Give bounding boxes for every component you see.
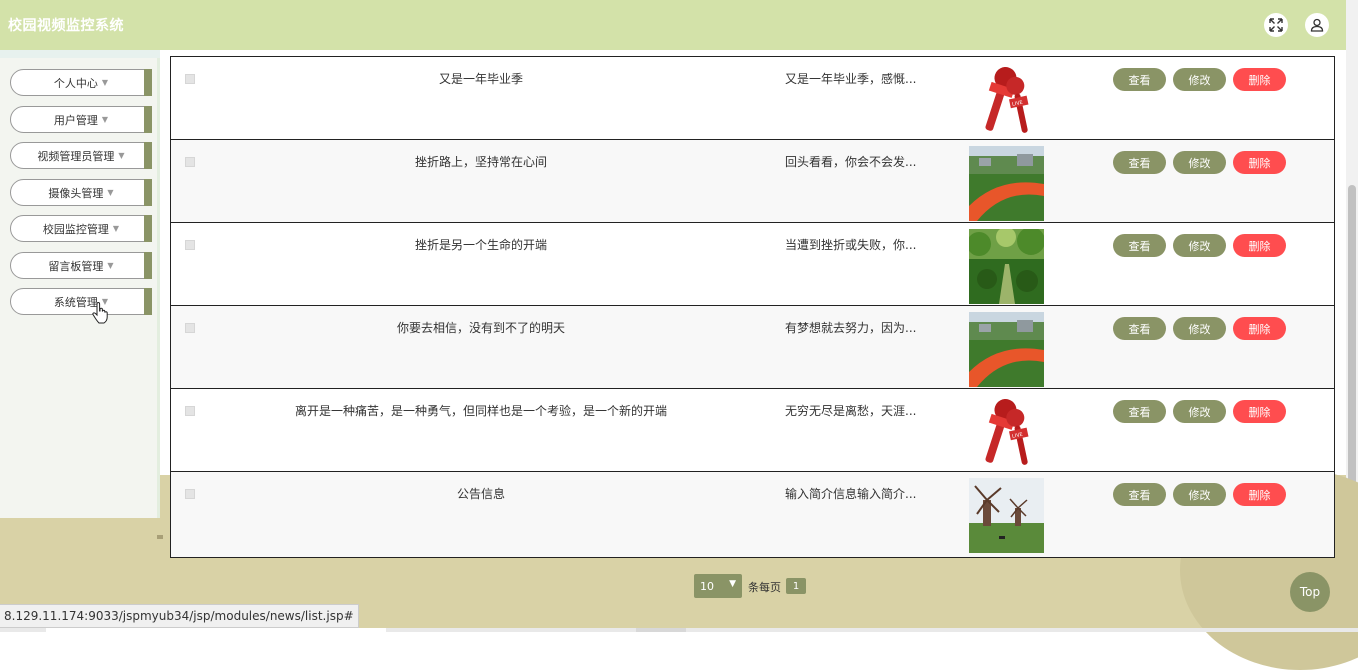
view-button[interactable]: 查看 <box>1113 234 1166 257</box>
sidebar-item-user-management[interactable]: 用户管理 ▼ <box>10 106 152 133</box>
sidebar-item-label: 摄像头管理 <box>48 186 104 200</box>
table-row: 挫折是另一个生命的开端 当遭到挫折或失败，你... 查看 修改 删除 <box>171 223 1334 306</box>
edit-button[interactable]: 修改 <box>1173 234 1226 257</box>
caret-down-icon: ▼ <box>101 115 109 124</box>
caret-down-icon: ▼ <box>118 151 125 160</box>
row-title: 离开是一种痛苦，是一种勇气，但同样也是一个考验，是一个新的开端 <box>294 404 667 418</box>
view-button[interactable]: 查看 <box>1113 317 1166 340</box>
expand-icon[interactable] <box>1264 13 1288 37</box>
sidebar-item-message-board[interactable]: 留言板管理 ▼ <box>10 252 152 279</box>
caret-down-icon: ▼ <box>101 78 109 87</box>
row-intro: 输入简介信息输入简介... <box>785 487 917 501</box>
bottom-scrollbar-thumb[interactable] <box>636 628 686 632</box>
sidebar-item-video-admin[interactable]: 视频管理员管理 ▼ <box>10 142 152 169</box>
row-intro: 回头看看，你会不会发... <box>785 155 917 169</box>
edit-button[interactable]: 修改 <box>1173 151 1226 174</box>
news-table: 又是一年毕业季 又是一年毕业季，感慨... LIVE 查看 修改 删除 挫折路上… <box>170 56 1335 558</box>
user-icon[interactable] <box>1305 13 1329 37</box>
caret-down-icon: ▼ <box>107 188 114 197</box>
delete-button[interactable]: 删除 <box>1233 483 1286 506</box>
table-row: 公告信息 输入简介信息输入简介... 查看 修改 删除 <box>171 472 1334 557</box>
sidebar-top-strip <box>0 50 160 58</box>
row-title: 挫折路上，坚持常在心间 <box>414 155 547 169</box>
caret-down-icon: ▼ <box>107 261 114 270</box>
sidebar-item-system-management[interactable]: 系统管理 ▼ <box>10 288 152 315</box>
status-url: 8.129.11.174:9033/jspmyub34/jsp/modules/… <box>0 604 359 628</box>
row-title: 你要去相信，没有到不了的明天 <box>396 321 565 335</box>
sidebar-item-campus-monitor[interactable]: 校园监控管理 ▼ <box>10 215 152 242</box>
bottom-scrollbar-segment <box>46 628 386 632</box>
user-icon-svg <box>1310 18 1324 32</box>
sidebar-item-label: 个人中心 <box>53 76 98 90</box>
sidebar-item-label: 用户管理 <box>53 113 98 127</box>
delete-button[interactable]: 删除 <box>1233 317 1286 340</box>
page-number-current[interactable]: 1 <box>786 578 806 594</box>
sidebar <box>0 50 160 628</box>
table-row: 又是一年毕业季 又是一年毕业季，感慨... LIVE 查看 修改 删除 <box>171 57 1334 140</box>
delete-button[interactable]: 删除 <box>1233 400 1286 423</box>
expand-icon-svg <box>1269 18 1283 32</box>
page-size-select[interactable]: 10 ▼ <box>694 574 742 598</box>
row-checkbox[interactable] <box>185 240 195 250</box>
edit-button[interactable]: 修改 <box>1173 483 1226 506</box>
windmill-image <box>969 478 1044 553</box>
view-button[interactable]: 查看 <box>1113 68 1166 91</box>
per-page-label: 条每页 <box>748 581 781 594</box>
delete-button[interactable]: 删除 <box>1233 68 1286 91</box>
sidebar-item-label: 校园监控管理 <box>42 222 109 236</box>
app-header: 校园视频监控系统 <box>0 0 1346 50</box>
table-row: 你要去相信，没有到不了的明天 有梦想就去努力，因为... 查看 修改 删除 <box>171 306 1334 389</box>
sidebar-item-label: 视频管理员管理 <box>37 149 115 163</box>
row-checkbox[interactable] <box>185 74 195 84</box>
sidebar-item-personal-center[interactable]: 个人中心 ▼ <box>10 69 152 96</box>
row-checkbox[interactable] <box>185 406 195 416</box>
row-title: 挫折是另一个生命的开端 <box>414 238 547 252</box>
table-row: 离开是一种痛苦，是一种勇气，但同样也是一个考验，是一个新的开端 无穷无尽是离愁，… <box>171 389 1334 472</box>
row-intro: 有梦想就去努力，因为... <box>785 321 917 335</box>
edit-button[interactable]: 修改 <box>1173 68 1226 91</box>
row-intro: 当遭到挫折或失败，你... <box>785 238 917 252</box>
chevron-down-icon: ▼ <box>729 579 736 589</box>
row-title: 公告信息 <box>456 487 505 501</box>
hand-cursor-icon <box>92 302 108 324</box>
live-microphone-image: LIVE <box>969 63 1044 138</box>
view-button[interactable]: 查看 <box>1113 400 1166 423</box>
row-checkbox[interactable] <box>185 157 195 167</box>
delete-button[interactable]: 删除 <box>1233 151 1286 174</box>
edit-button[interactable]: 修改 <box>1173 317 1226 340</box>
sidebar-item-label: 留言板管理 <box>48 259 104 273</box>
campus-track-image <box>969 312 1044 387</box>
row-checkbox[interactable] <box>185 323 195 333</box>
view-button[interactable]: 查看 <box>1113 483 1166 506</box>
app-title: 校园视频监控系统 <box>8 18 124 34</box>
view-button[interactable]: 查看 <box>1113 151 1166 174</box>
live-microphone-image: LIVE <box>969 395 1044 470</box>
caret-down-icon: ▼ <box>112 224 120 233</box>
tree-avenue-image <box>969 229 1044 304</box>
row-intro: 又是一年毕业季，感慨... <box>785 72 917 86</box>
campus-track-image <box>969 146 1044 221</box>
row-intro: 无穷无尽是离愁，天涯... <box>785 404 917 418</box>
row-checkbox[interactable] <box>185 489 195 499</box>
edit-button[interactable]: 修改 <box>1173 400 1226 423</box>
row-title: 又是一年毕业季 <box>438 72 523 86</box>
back-to-top-button[interactable]: Top <box>1290 572 1330 612</box>
table-row: 挫折路上，坚持常在心间 回头看看，你会不会发... 查看 修改 删除 <box>171 140 1334 223</box>
collapse-marker <box>157 535 163 539</box>
sidebar-item-camera-management[interactable]: 摄像头管理 ▼ <box>10 179 152 206</box>
page-size-value: 10 <box>700 579 714 593</box>
delete-button[interactable]: 删除 <box>1233 234 1286 257</box>
